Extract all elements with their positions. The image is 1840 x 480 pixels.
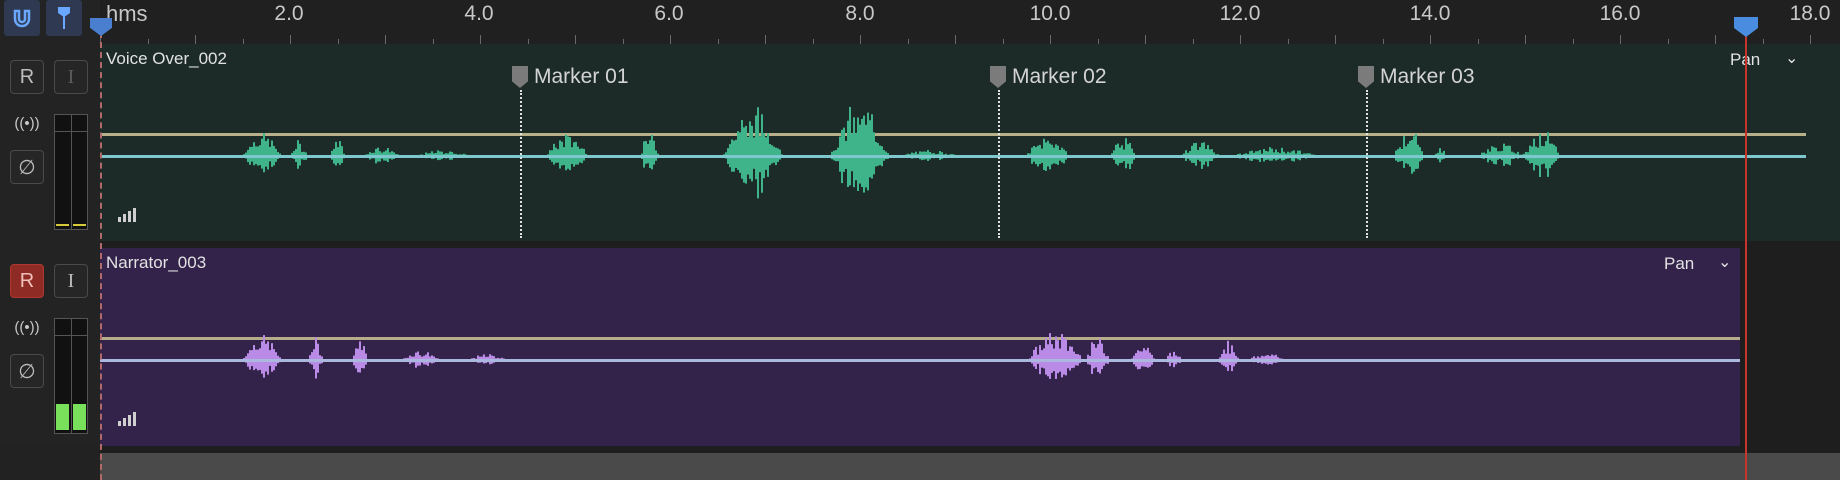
ruler-tick <box>575 35 576 44</box>
ruler-tick <box>1335 35 1336 44</box>
playhead-line[interactable] <box>1745 30 1747 480</box>
record-label: R <box>19 65 35 88</box>
track2-phase-button[interactable]: ∅ <box>10 354 44 388</box>
marker-label: Marker 03 <box>1380 65 1475 88</box>
track1-extension <box>1806 44 1840 241</box>
signal-bars-icon <box>118 412 136 426</box>
ruler-unit-label: hms <box>106 1 148 26</box>
ruler-tick <box>1145 35 1146 44</box>
ruler-tick <box>1050 35 1051 44</box>
phase-icon: ∅ <box>18 360 36 383</box>
ruler-tick <box>1715 35 1716 44</box>
track-header-column: R I ((•)) ∅ R I ((•)) ∅ <box>0 0 100 480</box>
marker-label: Marker 02 <box>1012 65 1107 88</box>
magnet-icon <box>13 9 31 28</box>
input-label: I <box>67 269 75 292</box>
ruler-tick <box>385 35 386 44</box>
waveform <box>100 106 1806 199</box>
ruler-tick <box>860 35 861 44</box>
ruler-tick-label: 2.0 <box>274 2 304 25</box>
track2-input-button[interactable]: I <box>54 264 88 298</box>
ruler-tick-label: 18.0 <box>1789 2 1831 25</box>
track1-phase-button[interactable]: ∅ <box>10 150 44 184</box>
pan-envelope[interactable] <box>100 359 1740 362</box>
track3-partial <box>100 453 1840 480</box>
ruler-tick <box>480 35 481 44</box>
ruler-tick <box>1525 35 1526 44</box>
ruler-tick <box>290 35 291 44</box>
ruler-tick-label: 6.0 <box>654 2 684 25</box>
track2-level-meter <box>54 318 88 434</box>
track2-record-button[interactable]: R <box>10 264 44 298</box>
ruler-tick <box>955 35 956 44</box>
marker-label: Marker 01 <box>534 65 629 88</box>
pan-envelope[interactable] <box>100 155 1806 158</box>
track1-input-button[interactable]: I <box>54 60 88 94</box>
track1-level-meter <box>54 114 88 230</box>
waveform <box>100 333 1740 379</box>
ruler-tick-label: 16.0 <box>1599 2 1641 25</box>
ruler-tick <box>1430 35 1431 44</box>
ruler-tick <box>1620 35 1621 44</box>
record-label: R <box>19 269 35 292</box>
track2-monitor-icon[interactable]: ((•)) <box>10 319 44 336</box>
ruler-tick-label: 10.0 <box>1029 2 1071 25</box>
ruler-tick <box>1240 35 1241 44</box>
empty-track-area <box>1740 248 1840 446</box>
track1-record-button[interactable]: R <box>10 60 44 94</box>
phase-icon: ∅ <box>18 156 36 179</box>
pin-icon <box>58 7 70 29</box>
ruler-tick <box>765 35 766 44</box>
marker-tool-button[interactable] <box>46 0 82 36</box>
track-narrator[interactable]: Narrator_003 Pan ⌄ <box>100 248 1740 446</box>
ruler-tick-label: 12.0 <box>1219 2 1261 25</box>
time-ruler[interactable]: hms 2.0 4.0 6.0 8.0 10.0 12.0 14.0 16.0 18.0 <box>100 0 1840 45</box>
start-marker-line <box>100 32 102 480</box>
input-label: I <box>67 65 75 88</box>
track-voice-over[interactable]: Voice Over_002 Pan ⌄ Marker 01 Marker 02… <box>100 44 1806 241</box>
ruler-tick <box>195 35 196 44</box>
ruler-tick-label: 8.0 <box>845 2 875 25</box>
ruler-tick-label: 4.0 <box>464 2 494 25</box>
track3-header-partial <box>0 446 100 480</box>
snap-magnet-button[interactable] <box>4 0 40 36</box>
ruler-tick <box>1810 35 1811 44</box>
ruler-tick <box>670 35 671 44</box>
signal-bars-icon <box>118 208 136 222</box>
ruler-tick-label: 14.0 <box>1409 2 1451 25</box>
track1-monitor-icon[interactable]: ((•)) <box>10 115 44 132</box>
